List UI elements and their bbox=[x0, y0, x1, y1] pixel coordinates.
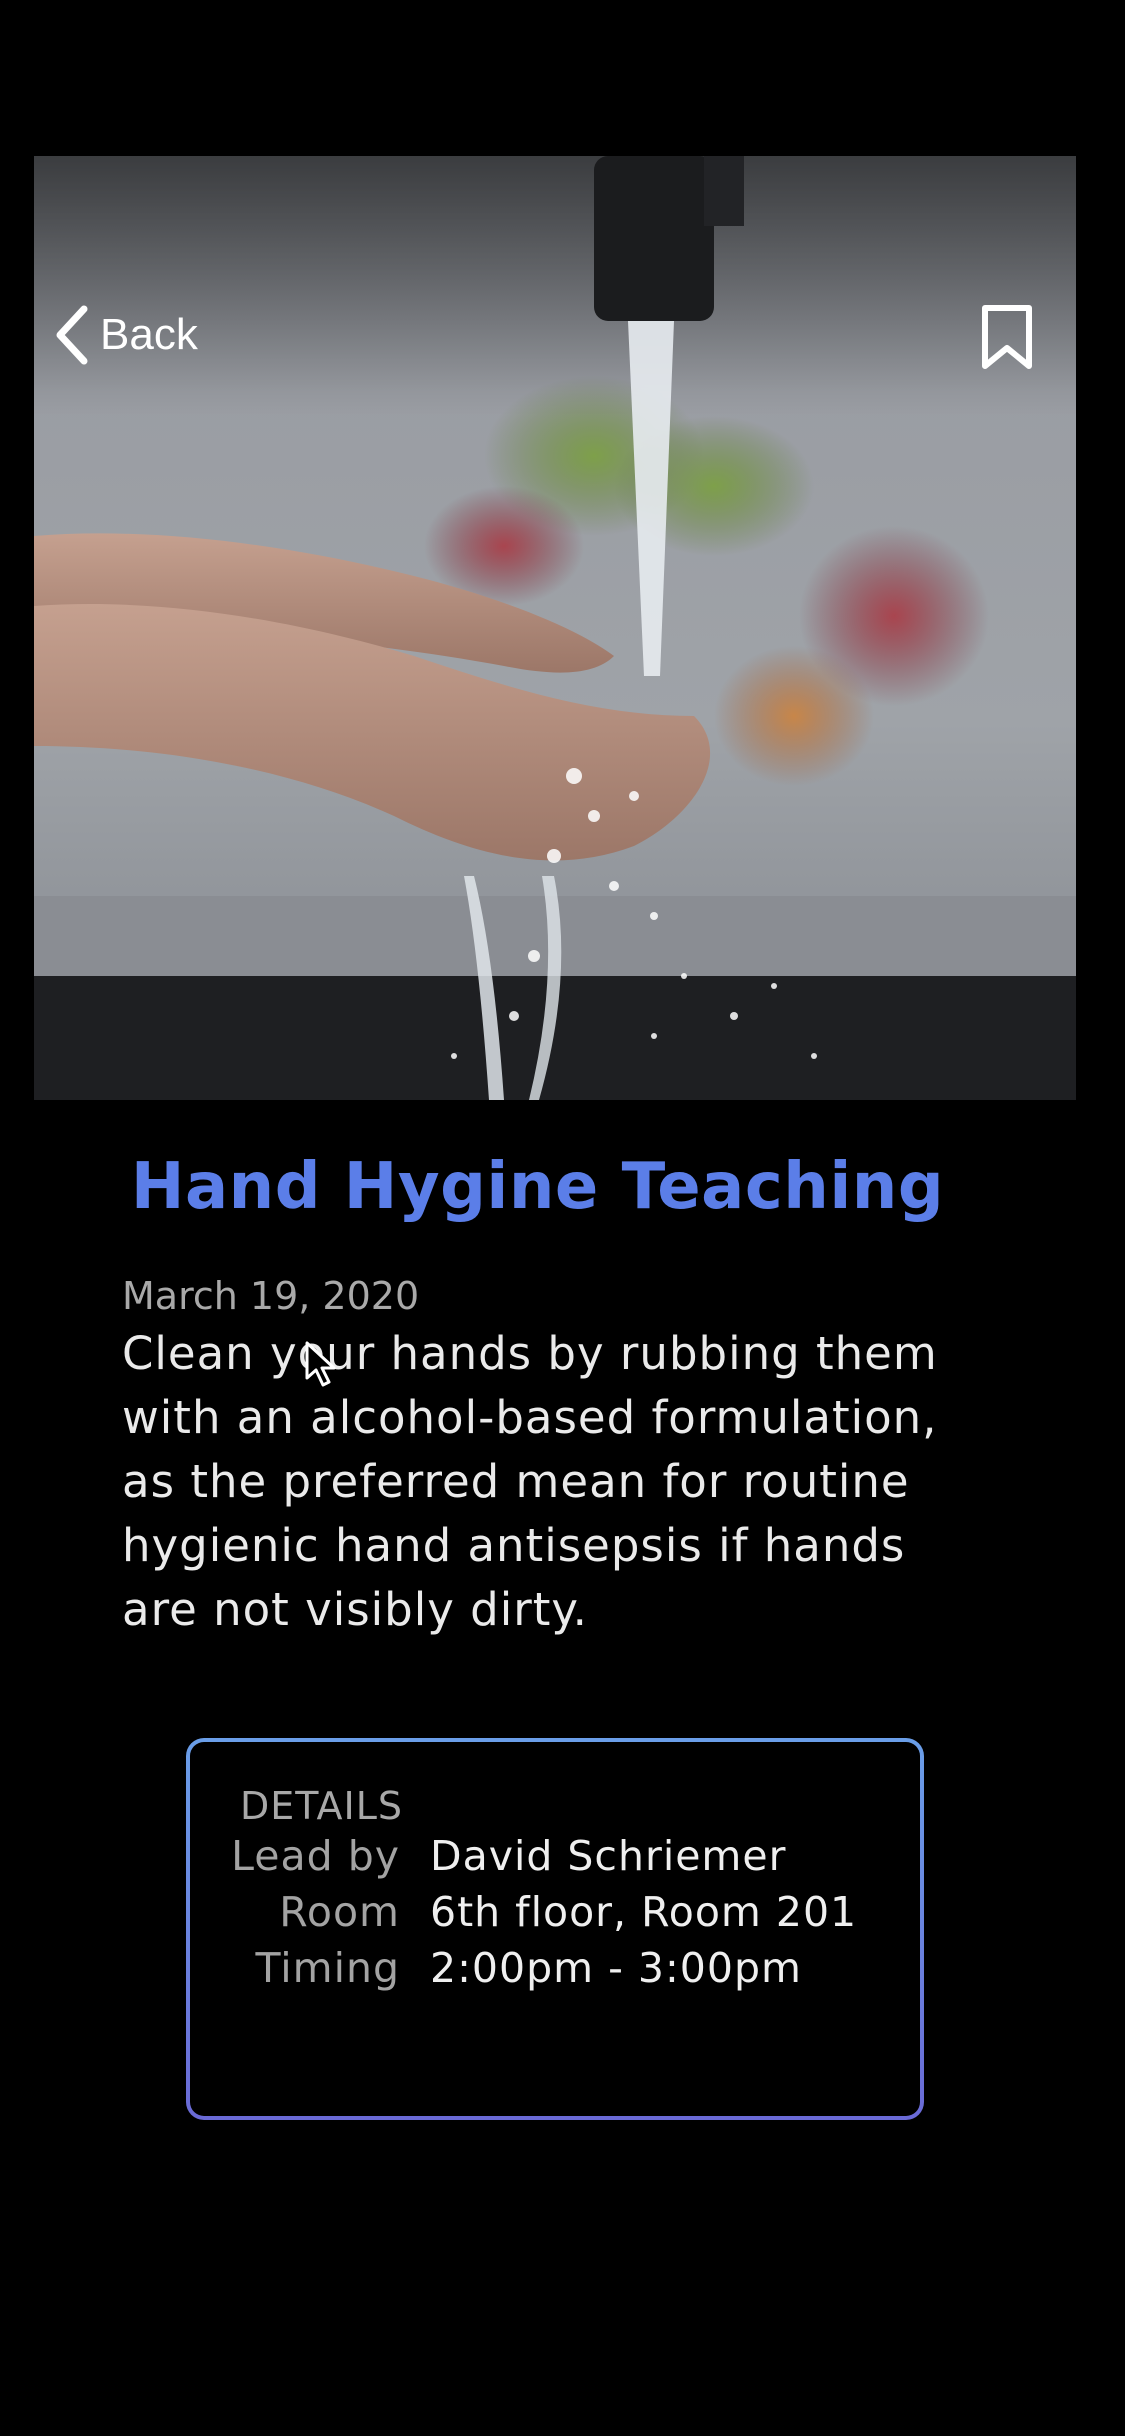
article-date: March 19, 2020 bbox=[122, 1274, 420, 1318]
back-button[interactable]: Back bbox=[54, 300, 198, 370]
detail-row-room: Room 6th floor, Room 201 bbox=[190, 1884, 920, 1940]
detail-value: David Schriemer bbox=[430, 1832, 787, 1880]
detail-row-lead: Lead by David Schriemer bbox=[190, 1828, 920, 1884]
details-card: DETAILS Lead by David Schriemer Room 6th… bbox=[186, 1738, 924, 2120]
hero-image bbox=[34, 156, 1076, 1100]
chevron-left-icon bbox=[54, 305, 90, 365]
detail-label: Timing bbox=[255, 1944, 400, 1992]
detail-value: 2:00pm - 3:00pm bbox=[430, 1944, 802, 1992]
detail-label: Room bbox=[279, 1888, 400, 1936]
detail-label: Lead by bbox=[231, 1832, 400, 1880]
hand-washing-photo bbox=[34, 156, 1076, 1100]
back-label: Back bbox=[100, 310, 198, 359]
detail-row-timing: Timing 2:00pm - 3:00pm bbox=[190, 1940, 920, 1996]
details-card-body: DETAILS Lead by David Schriemer Room 6th… bbox=[190, 1742, 920, 2116]
page-title: Hand Hygine Teaching bbox=[130, 1150, 945, 1224]
details-heading: DETAILS bbox=[240, 1784, 404, 1828]
article-body: Clean your hands by rubbing them with an… bbox=[122, 1327, 938, 1636]
mouse-pointer-icon bbox=[304, 1340, 338, 1388]
bookmark-icon[interactable] bbox=[980, 304, 1034, 370]
detail-value: 6th floor, Room 201 bbox=[430, 1888, 858, 1936]
